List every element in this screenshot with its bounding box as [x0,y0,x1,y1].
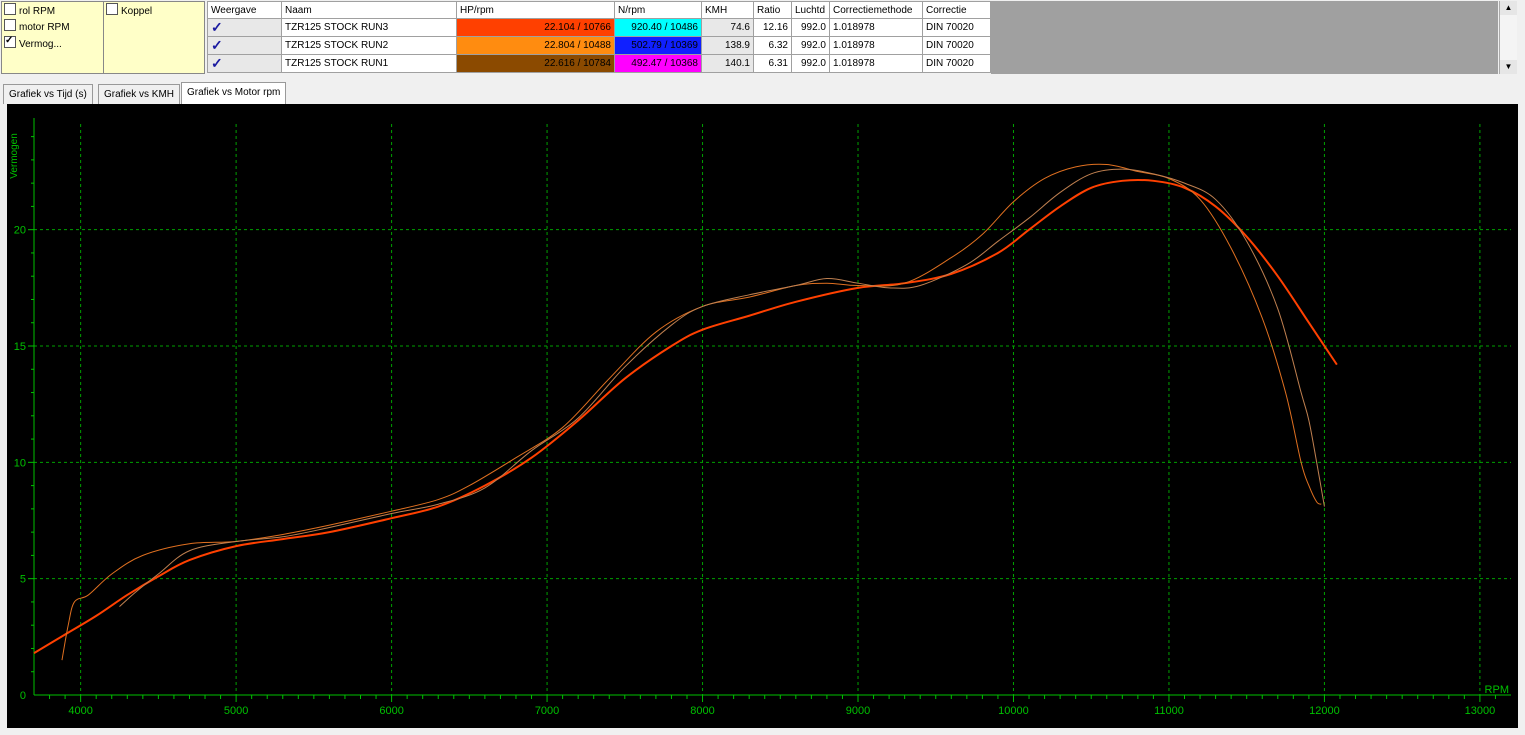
x-tick-label: 8000 [690,705,714,717]
visible-check-icon[interactable]: ✓ [211,37,223,53]
cell-correctie: DIN 70020 [922,54,991,73]
cell-correctie: DIN 70020 [922,18,991,37]
x-tick-label: 6000 [379,705,403,717]
visible-check-icon[interactable]: ✓ [211,19,223,35]
tab-grafiek-vs-motor-rpm[interactable]: Grafiek vs Motor rpm [181,82,287,104]
cell-hp-rpm: 22.104 / 10766 [456,18,615,37]
cell-ratio: 6.32 [753,36,792,55]
table-row[interactable]: ✓ TZR125 STOCK RUN1 22.616 / 10784 492.47 /… [207,54,991,73]
tab-grafiek-vs-tijd[interactable]: Grafiek vs Tijd (s) [3,84,93,104]
cell-weergave: ✓ [207,18,282,37]
power-chart: 4000 5000 6000 7000 8000 9000 10000 11000 12000 1… [7,104,1518,728]
cell-n-rpm: 502.79 / 10369 [614,36,702,55]
cell-luchtd: 992.0 [791,18,830,37]
header-kmh[interactable]: KMH [701,1,754,19]
cell-weergave: ✓ [207,36,282,55]
cell-n-rpm: 492.47 / 10368 [614,54,702,73]
x-tick-label: 13000 [1465,705,1496,717]
empty-grid-area [991,1,1498,74]
cell-correctiemethode: 1.018978 [829,54,923,73]
x-tick-label: 5000 [224,705,248,717]
scroll-up-icon[interactable]: ▲ [1500,1,1517,15]
y-tick-label: 10 [14,457,26,469]
options-box-2: Koppel [103,1,205,74]
y-axis-label: Vermogen [9,133,20,179]
cell-correctiemethode: 1.018978 [829,36,923,55]
cell-naam: TZR125 STOCK RUN3 [281,18,457,37]
cell-ratio: 6.31 [753,54,792,73]
table-header-row: Weergave Naam HP/rpm N/rpm KMH Ratio Luc… [207,1,991,19]
header-n-rpm[interactable]: N/rpm [614,1,702,19]
rol-rpm-checkbox[interactable] [4,3,16,15]
x-tick-label: 11000 [1154,705,1184,717]
x-tick-label: 7000 [535,705,559,717]
table-row[interactable]: ✓ TZR125 STOCK RUN3 22.104 / 10766 920.40 /… [207,18,991,37]
cell-luchtd: 992.0 [791,54,830,73]
table-row[interactable]: ✓ TZR125 STOCK RUN2 22.804 / 10488 502.79 /… [207,36,991,55]
y-tick-label: 5 [20,574,26,586]
cell-n-rpm: 920.40 / 10486 [614,18,702,37]
option-label: Koppel [121,6,153,17]
y-tick-label: 20 [14,225,26,237]
header-hp-rpm[interactable]: HP/rpm [456,1,615,19]
header-naam[interactable]: Naam [281,1,457,19]
cell-naam: TZR125 STOCK RUN1 [281,54,457,73]
header-weergave[interactable]: Weergave [207,1,282,19]
cell-correctiemethode: 1.018978 [829,18,923,37]
option-label: Vermog... [19,39,62,50]
option-vermogen[interactable]: Vermog... [4,36,62,50]
visible-check-icon[interactable]: ✓ [211,55,223,71]
option-koppel[interactable]: Koppel [106,3,152,17]
x-tick-label: 4000 [68,705,92,717]
cell-hp-rpm: 22.616 / 10784 [456,54,615,73]
top-panel: rol RPM motor RPM Vermog... Koppel Weerg… [0,0,1525,77]
x-tick-label: 10000 [998,705,1029,717]
header-ratio[interactable]: Ratio [753,1,792,19]
x-tick-label: 9000 [846,705,870,717]
header-correctie[interactable]: Correctie [922,1,991,19]
cell-ratio: 12.16 [753,18,792,37]
option-label: rol RPM [19,6,56,17]
y-tick-label: 15 [14,341,26,353]
y-tick-label: 0 [20,690,26,702]
scroll-down-icon[interactable]: ▼ [1500,60,1517,74]
runs-table: Weergave Naam HP/rpm N/rpm KMH Ratio Luc… [207,1,991,73]
cell-kmh: 140.1 [701,54,754,73]
cell-correctie: DIN 70020 [922,36,991,55]
cell-naam: TZR125 STOCK RUN2 [281,36,457,55]
option-motor-rpm[interactable]: motor RPM [4,19,70,33]
cell-weergave: ✓ [207,54,282,73]
koppel-checkbox[interactable] [106,3,118,15]
table-scrollbar[interactable]: ▲ ▼ [1499,1,1517,74]
cell-kmh: 138.9 [701,36,754,55]
cell-hp-rpm: 22.804 / 10488 [456,36,615,55]
header-luchtd[interactable]: Luchtd [791,1,830,19]
cell-luchtd: 992.0 [791,36,830,55]
header-correctiemethode[interactable]: Correctiemethode [829,1,923,19]
cell-kmh: 74.6 [701,18,754,37]
x-tick-label: 12000 [1309,705,1340,717]
x-axis-label: RPM [1485,684,1509,696]
vermogen-checkbox[interactable] [4,36,16,48]
options-box-1: rol RPM motor RPM Vermog... [1,1,104,74]
option-rol-rpm[interactable]: rol RPM [4,3,55,17]
option-label: motor RPM [19,22,70,33]
motor-rpm-checkbox[interactable] [4,19,16,31]
tab-grafiek-vs-kmh[interactable]: Grafiek vs KMH [98,84,181,104]
